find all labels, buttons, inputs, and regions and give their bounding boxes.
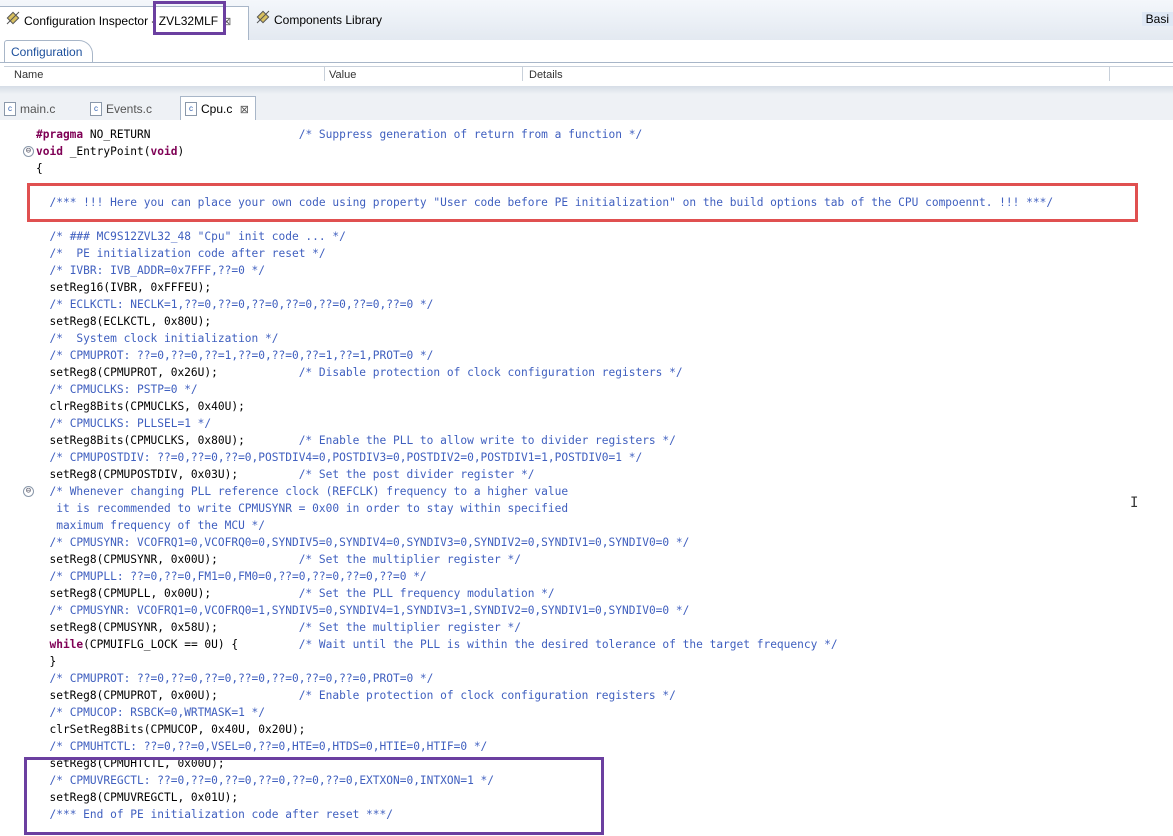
code-line: /* IVBR: IVB_ADDR=0x7FFF,??=0 */ <box>49 264 266 277</box>
code-line: maximum frequency of the MCU */ <box>36 519 266 532</box>
configuration-panel: Configuration Name Value Details <box>0 40 1173 86</box>
column-header-name[interactable]: Name <box>14 69 43 81</box>
code-line: /* CPMUCLKS: PLLSEL=1 */ <box>49 417 212 430</box>
divider <box>0 62 1173 63</box>
c-file-icon: c <box>4 101 16 116</box>
c-file-icon: c <box>90 101 102 116</box>
editor-tab-bar: c main.c c Events.c c Cpu.c ⊠ <box>0 94 1173 121</box>
close-icon[interactable]: ⊠ <box>240 104 249 116</box>
tab-configuration-inspector-label: Configuration Inspector <box>24 14 152 29</box>
code-line: /* CPMUSYNR: VCOFRQ1=0,VCOFRQ0=1,SYNDIV5… <box>49 604 690 617</box>
code-line: } <box>36 655 57 668</box>
column-header-details[interactable]: Details <box>529 69 563 81</box>
code-line: /* ECLKCTL: NECLK=1,??=0,??=0,??=0,??=0,… <box>49 298 434 311</box>
annotation-highlight-box <box>153 1 226 35</box>
code-line: clrSetReg8Bits(CPMUCOP, 0x40U, 0x20U); <box>36 723 306 736</box>
code-line: setReg8(CPMUSYNR, 0x58U); /* Set the mul… <box>36 621 521 634</box>
component-chip-icon <box>256 7 270 33</box>
code-line: clrReg8Bits(CPMUCLKS, 0x40U); <box>36 400 245 413</box>
code-line: /* PE initialization code after reset */ <box>49 247 326 260</box>
code-line: #pragma NO_RETURN /* Suppress generation… <box>36 128 643 141</box>
panel-splitter[interactable] <box>0 86 1173 94</box>
perspective-label[interactable]: Basi <box>1141 12 1173 26</box>
tab-main-c[interactable]: c main.c <box>0 98 55 120</box>
tab-configuration[interactable]: Configuration <box>4 40 94 63</box>
code-line: /* Whenever changing PLL reference clock… <box>49 485 569 498</box>
code-line: void _EntryPoint(void) <box>36 145 185 158</box>
tab-events-c-label: Events.c <box>106 102 153 116</box>
code-line: /* CPMUPLL: ??=0,??=0,FM1=0,FM0=0,??=0,?… <box>49 570 427 583</box>
tab-components-library-label: Components Library <box>274 13 383 28</box>
code-line: /* System clock initialization */ <box>49 332 279 345</box>
code-line: setReg8(ECLKCTL, 0x80U); <box>36 315 212 328</box>
annotation-highlight-box <box>24 757 604 835</box>
code-line: /* CPMUPROT: ??=0,??=0,??=0,??=0,??=0,??… <box>49 672 434 685</box>
code-line: /* CPMUCLKS: PSTP=0 */ <box>49 383 198 396</box>
tab-components-library[interactable]: Components Library <box>250 7 410 33</box>
text-cursor-icon: I <box>1130 495 1139 511</box>
code-line: setReg8(CPMUPROT, 0x26U); /* Disable pro… <box>36 366 683 379</box>
code-line: setReg8(CPMUPROT, 0x00U); /* Enable prot… <box>36 689 676 702</box>
code-line: /* CPMUCOP: RSBCK=0,WRTMASK=1 */ <box>49 706 266 719</box>
config-table-header: Name Value Details <box>4 66 1173 81</box>
code-line: setReg8(CPMUPOSTDIV, 0x03U); /* Set the … <box>36 468 535 481</box>
fold-collapse-icon[interactable]: ⊖ <box>23 146 34 157</box>
code-line: setReg8Bits(CPMUCLKS, 0x80U); /* Enable … <box>36 434 676 447</box>
code-line: setReg8(CPMUPLL, 0x00U); /* Set the PLL … <box>36 587 555 600</box>
code-line: setReg16(IVBR, 0xFFFEU); <box>36 281 212 294</box>
code-line: setReg8(CPMUSYNR, 0x00U); /* Set the mul… <box>36 553 521 566</box>
c-file-icon: c <box>185 101 197 116</box>
component-chip-icon <box>6 7 20 35</box>
tab-events-c[interactable]: c Events.c <box>86 98 152 120</box>
code-line: it is recommended to write CPMUSYNR = 0x… <box>36 502 569 515</box>
column-divider[interactable] <box>324 67 325 81</box>
column-header-value[interactable]: Value <box>329 69 356 81</box>
code-line: while(CPMUIFLG_LOCK == 0U) { /* Wait unt… <box>49 638 838 651</box>
column-divider[interactable] <box>1109 67 1110 81</box>
annotation-highlight-box <box>27 183 1138 222</box>
column-divider[interactable] <box>522 67 523 81</box>
tab-cpu-c[interactable]: c Cpu.c ⊠ <box>180 96 256 121</box>
inspector-tab-bar: Configuration Inspector - ZVL32MLF ⊠ Comp… <box>0 0 1173 41</box>
tab-cpu-c-label: Cpu.c <box>201 102 233 116</box>
code-line: /* ### MC9S12ZVL32_48 "Cpu" init code ..… <box>49 230 346 243</box>
code-line: /* CPMUSYNR: VCOFRQ1=0,VCOFRQ0=0,SYNDIV5… <box>49 536 690 549</box>
code-line: /* CPMUPROT: ??=0,??=0,??=1,??=0,??=0,??… <box>49 349 434 362</box>
fold-collapse-icon[interactable]: ⊖ <box>23 486 34 497</box>
code-line: { <box>36 162 43 175</box>
code-line: /* CPMUHTCTL: ??=0,??=0,VSEL=0,??=0,HTE=… <box>49 740 488 753</box>
tab-main-c-label: main.c <box>20 102 56 116</box>
code-line: /* CPMUPOSTDIV: ??=0,??=0,??=0,POSTDIV4=… <box>49 451 643 464</box>
